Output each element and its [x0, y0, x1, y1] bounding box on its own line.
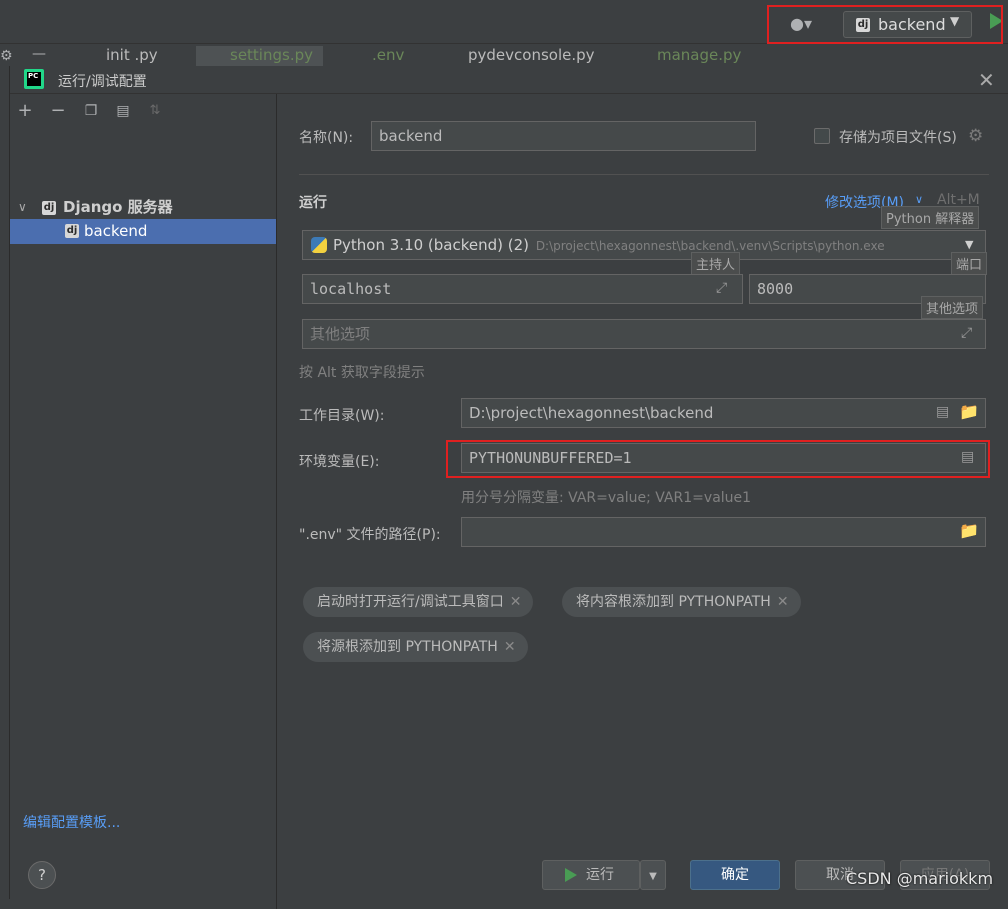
tree-group-label: Django 服务器: [63, 198, 173, 216]
dotenv-field[interactable]: [461, 517, 986, 547]
tree-item-label: backend: [84, 222, 148, 240]
store-project-file-label: 存储为项目文件(S): [839, 130, 957, 146]
store-project-file-checkbox[interactable]: [814, 128, 830, 144]
gear-icon[interactable]: ⚙: [0, 48, 13, 64]
django-icon: dj: [42, 201, 56, 215]
chip-label: 启动时打开运行/调试工具窗口: [317, 594, 504, 610]
tab-init[interactable]: init .py: [106, 46, 158, 66]
tab-env[interactable]: .env: [372, 46, 404, 66]
tab-settings[interactable]: settings.py: [196, 46, 323, 66]
dialog-titlebar: PC 运行/调试配置 ✕: [10, 66, 1008, 94]
run-section-title: 运行: [299, 195, 327, 211]
folder-add-icon[interactable]: ▤: [114, 102, 132, 120]
tab-manage[interactable]: manage.py: [657, 46, 741, 66]
name-label: 名称(N):: [299, 130, 354, 146]
ok-button[interactable]: 确定: [690, 860, 780, 890]
expand-icon[interactable]: ⤢: [961, 325, 972, 341]
env-hint: 用分号分隔变量: VAR=value; VAR1=value1: [461, 490, 752, 506]
remove-icon[interactable]: −: [49, 102, 67, 120]
folder-icon[interactable]: 📁: [959, 521, 979, 540]
ok-label: 确定: [721, 867, 749, 883]
python-icon: [311, 237, 327, 253]
chip-label: 将内容根添加到 PYTHONPATH: [576, 594, 771, 610]
tree-item-backend[interactable]: dj backend: [10, 219, 276, 244]
minimize-icon[interactable]: —: [32, 46, 46, 62]
pycharm-logo-icon: PC: [24, 69, 44, 89]
host-field[interactable]: localhost: [302, 274, 743, 304]
run-label: 运行: [586, 867, 614, 883]
workdir-label: 工作目录(W):: [299, 408, 385, 424]
tree-group-django-server[interactable]: ∨ dj Django 服务器: [10, 195, 276, 220]
editor-tabs: ⚙ — init .py settings.py .env pydevconso…: [0, 44, 1008, 66]
highlight-run-config: [767, 5, 1003, 44]
run-icon: [565, 868, 577, 882]
other-options-field[interactable]: 其他选项: [302, 319, 986, 349]
folder-icon[interactable]: 📁: [959, 402, 979, 421]
option-chip-content-roots[interactable]: 将内容根添加到 PYTHONPATH ✕: [562, 587, 801, 617]
edit-templates-link[interactable]: 编辑配置模板...: [23, 812, 120, 832]
name-field[interactable]: backend: [371, 121, 756, 151]
chevron-down-icon: ∨: [18, 200, 27, 214]
watermark: CSDN @mariokkm: [846, 869, 994, 888]
run-debug-dialog: PC 运行/调试配置 ✕ + − ❐ ▤ ⇅ ∨ dj Django 服务器 d…: [9, 66, 1008, 909]
copy-icon[interactable]: ❐: [82, 102, 100, 120]
chip-label: 将源根添加到 PYTHONPATH: [317, 639, 498, 655]
run-button[interactable]: 运行: [542, 860, 640, 890]
other-options-tooltip: 其他选项: [921, 296, 984, 319]
alt-hint: 按 Alt 获取字段提示: [299, 365, 425, 381]
django-icon: dj: [65, 224, 79, 238]
help-button[interactable]: ?: [28, 861, 56, 889]
sort-icon[interactable]: ⇅: [146, 102, 164, 120]
host-tooltip: 主持人: [691, 252, 741, 275]
dotenv-label: ".env" 文件的路径(P):: [299, 527, 441, 543]
config-tree-pane: + − ❐ ▤ ⇅ ∨ dj Django 服务器 dj backend 编辑配…: [10, 94, 277, 909]
close-icon[interactable]: ✕: [504, 639, 516, 655]
interpreter-tooltip: Python 解释器: [881, 206, 980, 229]
chevron-down-icon: ▼: [649, 871, 657, 882]
option-chip-open-tool-window[interactable]: 启动时打开运行/调试工具窗口 ✕: [303, 587, 534, 617]
add-icon[interactable]: +: [16, 102, 34, 120]
gear-icon[interactable]: ⚙: [968, 126, 983, 146]
close-icon[interactable]: ✕: [978, 68, 995, 92]
port-tooltip: 端口: [951, 252, 988, 275]
highlight-env-field: [446, 440, 990, 478]
help-label: ?: [38, 866, 46, 884]
close-icon[interactable]: ✕: [777, 594, 789, 610]
close-icon[interactable]: ✕: [510, 594, 522, 610]
interpreter-select[interactable]: Python 3.10 (backend) (2) D:\project\hex…: [302, 230, 986, 260]
dialog-title: 运行/调试配置: [58, 74, 147, 90]
tab-pydevconsole[interactable]: pydevconsole.py: [468, 46, 595, 66]
chevron-down-icon: ∨: [915, 193, 924, 206]
run-dropdown-button[interactable]: ▼: [640, 860, 666, 890]
interpreter-path: D:\project\hexagonnest\backend\.venv\Scr…: [535, 239, 885, 253]
interpreter-name: Python 3.10 (backend) (2): [333, 236, 530, 254]
option-chip-source-roots[interactable]: 将源根添加到 PYTHONPATH ✕: [303, 632, 528, 662]
expand-icon[interactable]: ⤢: [716, 280, 727, 296]
workdir-field[interactable]: D:\project\hexagonnest\backend: [461, 398, 986, 428]
document-icon[interactable]: ▤: [936, 404, 949, 420]
divider: [299, 174, 989, 175]
env-label: 环境变量(E):: [299, 454, 380, 470]
